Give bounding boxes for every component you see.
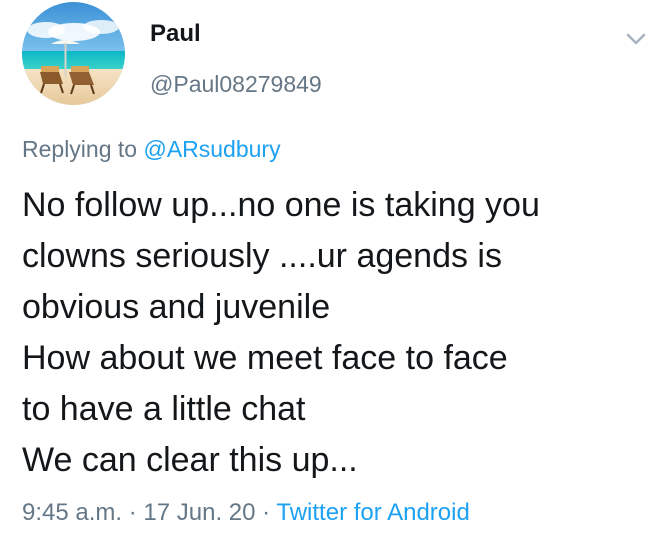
meta-separator: · [255,499,277,526]
user-handle[interactable]: @Paul08279849 [150,71,322,98]
tweet-date: 17 Jun. 20 [143,499,256,526]
tweet-line: We can clear this up... [22,441,358,479]
replying-to-line: Replying to @ARsudbury [22,136,281,163]
replying-label: Replying to [22,136,138,162]
tweet-line: obvious and juvenile [22,288,331,326]
display-name[interactable]: Paul [150,20,201,48]
chevron-down-icon [626,33,646,45]
tweet-source-link[interactable]: Twitter for Android [276,499,469,526]
meta-separator: · [122,499,144,526]
tweet-line: clowns seriously ....ur agends is [22,237,502,275]
tweet-text: No follow up...no one is taking you clow… [22,180,652,486]
profile-avatar[interactable] [22,2,125,105]
tweet-card: Paul @Paul08279849 Replying to @ARsudbur… [0,0,672,543]
tweet-time: 9:45 a.m. [22,499,123,526]
reply-mention-link[interactable]: @ARsudbury [143,136,280,162]
tweet-menu-button[interactable] [621,24,651,54]
tweet-line: to have a little chat [22,390,306,428]
tweet-meta: 9:45 a.m. · 17 Jun. 20 · Twitter for And… [22,499,470,527]
tweet-line: How about we meet face to face [22,339,508,377]
beach-avatar-icon [22,2,125,105]
tweet-line: No follow up...no one is taking you [22,186,540,224]
